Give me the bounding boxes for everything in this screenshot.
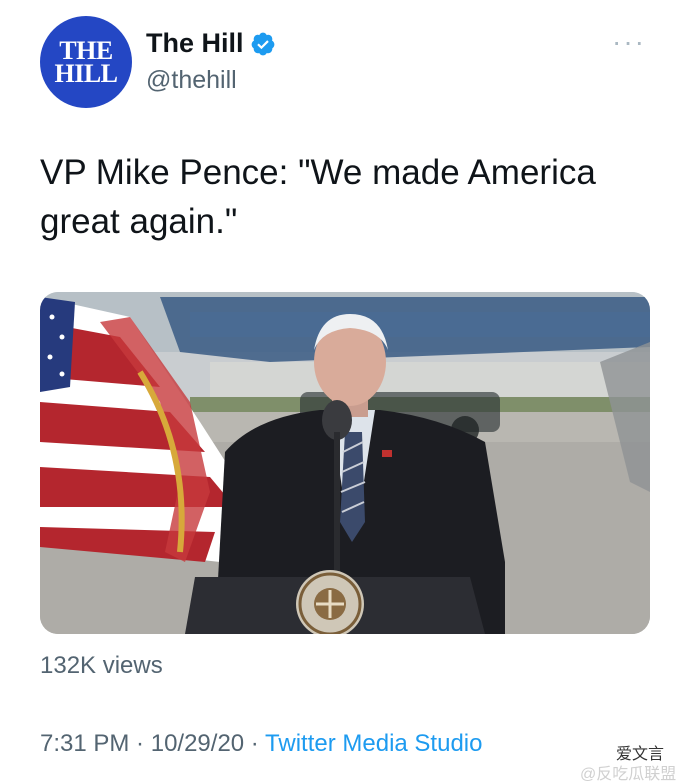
video-thumbnail xyxy=(40,292,650,634)
tweet-date[interactable]: 10/29/20 xyxy=(151,730,244,757)
separator: · xyxy=(244,730,266,757)
more-options-icon[interactable]: ··· xyxy=(612,28,646,56)
separator: · xyxy=(129,730,151,757)
avatar-text-line2: HILL xyxy=(54,59,118,88)
watermark: 爱文言 @反吃瓜联盟 xyxy=(580,740,690,783)
handle[interactable]: @thehill xyxy=(146,66,237,95)
author-name-row: The Hill xyxy=(146,28,276,59)
source-link[interactable]: Twitter Media Studio xyxy=(265,730,482,757)
video-media[interactable] xyxy=(40,292,650,634)
verified-badge-icon xyxy=(251,32,274,55)
tweet-footer: 7:31 PM · 10/29/20 · Twitter Media Studi… xyxy=(40,730,482,758)
tweet-time[interactable]: 7:31 PM xyxy=(40,730,129,757)
podium xyxy=(185,570,485,634)
view-count: 132K views xyxy=(40,652,163,679)
tweet-text: VP Mike Pence: "We made America great ag… xyxy=(40,153,596,241)
avatar[interactable]: THE HILL xyxy=(40,16,132,108)
watermark-line2: @反吃瓜联盟 xyxy=(580,766,677,783)
tweet-card: THE HILL The Hill @thehill ··· VP Mike P… xyxy=(0,0,690,783)
display-name[interactable]: The Hill xyxy=(146,28,244,59)
